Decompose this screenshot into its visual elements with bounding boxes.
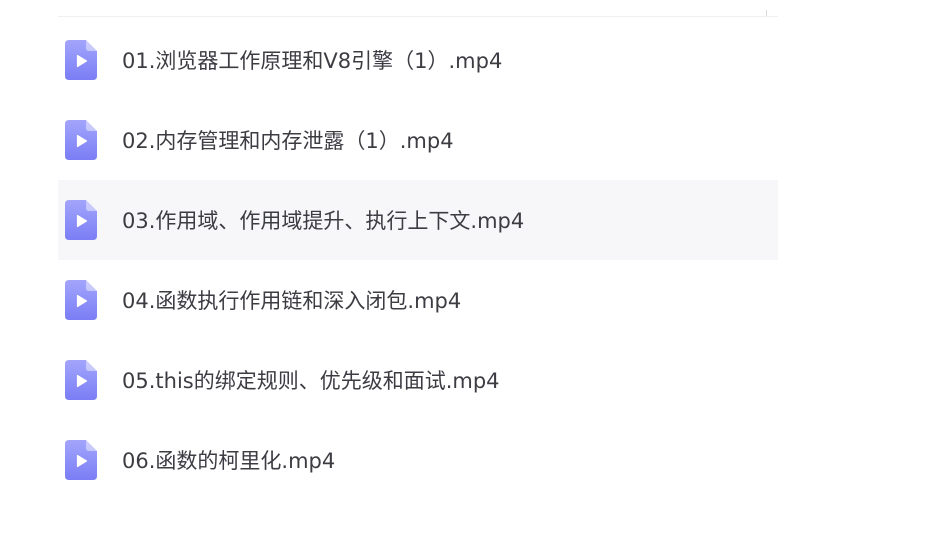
video-file-icon [65,120,97,160]
video-file-icon-graphic [65,40,97,80]
file-row[interactable]: 02.内存管理和内存泄露（1）.mp4 [58,100,778,180]
video-file-icon-graphic [65,120,97,160]
file-name: 06.函数的柯里化.mp4 [122,449,336,473]
file-row[interactable]: 05.this的绑定规则、优先级和面试.mp4 [58,340,778,420]
file-name: 02.内存管理和内存泄露（1）.mp4 [122,129,454,153]
file-name: 04.函数执行作用链和深入闭包.mp4 [122,289,462,313]
file-row[interactable]: 03.作用域、作用域提升、执行上下文.mp4 [58,180,778,260]
scrollbar-marker [766,10,767,16]
file-name: 03.作用域、作用域提升、执行上下文.mp4 [122,209,525,233]
video-file-icon-graphic [65,280,97,320]
divider [58,16,778,17]
video-file-icon [65,360,97,400]
video-file-icon-graphic [65,440,97,480]
file-browser: 01.浏览器工作原理和V8引擎（1）.mp4 02.内存管理和内存泄露（1）.m… [0,0,938,534]
file-list: 01.浏览器工作原理和V8引擎（1）.mp4 02.内存管理和内存泄露（1）.m… [58,20,778,500]
file-name: 01.浏览器工作原理和V8引擎（1）.mp4 [122,49,503,73]
video-file-icon-graphic [65,360,97,400]
video-file-icon [65,200,97,240]
video-file-icon [65,40,97,80]
video-file-icon [65,280,97,320]
video-file-icon [65,440,97,480]
file-row[interactable]: 04.函数执行作用链和深入闭包.mp4 [58,260,778,340]
file-name: 05.this的绑定规则、优先级和面试.mp4 [122,369,500,393]
file-row[interactable]: 01.浏览器工作原理和V8引擎（1）.mp4 [58,20,778,100]
file-row[interactable]: 06.函数的柯里化.mp4 [58,420,778,500]
video-file-icon-graphic [65,200,97,240]
